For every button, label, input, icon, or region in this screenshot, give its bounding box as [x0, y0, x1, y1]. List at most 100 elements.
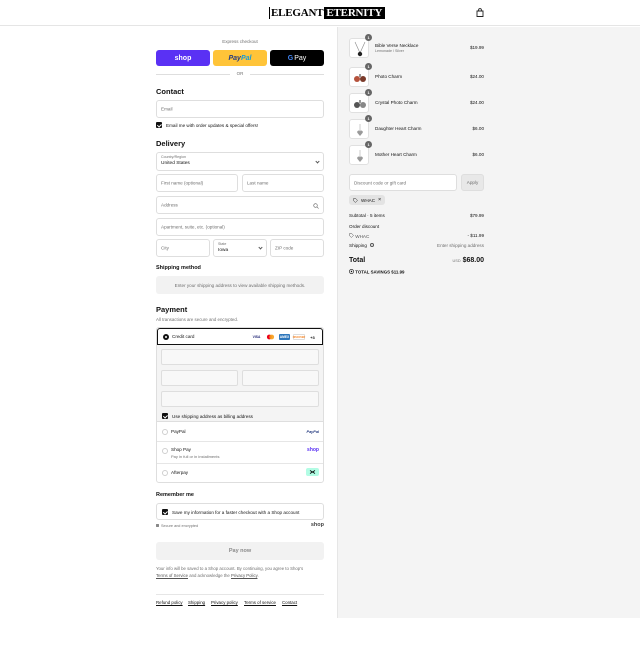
shop-pay-button[interactable]: shop — [156, 50, 210, 66]
logo-part-2: ETERNITY — [324, 7, 385, 19]
address-field[interactable]: Address — [156, 196, 324, 214]
item-price: $24.00 — [469, 74, 484, 79]
card-number-field[interactable] — [161, 349, 319, 365]
shop-logo: shop — [310, 522, 324, 528]
discover-icon: DISCOVER — [292, 334, 306, 340]
item-price: $6.00 — [472, 126, 485, 131]
newsletter-checkbox[interactable] — [156, 122, 162, 128]
country-label: Country/Region — [161, 155, 186, 159]
apply-discount-button[interactable]: Apply — [461, 174, 484, 191]
discount-value: - $11.99 — [467, 233, 484, 238]
email-placeholder: Email — [161, 106, 173, 112]
logo-part-1: ELEGANT — [270, 7, 325, 19]
afterpay-icon — [306, 468, 319, 476]
item-price: $24.00 — [469, 100, 484, 105]
amex-icon: AMEX — [279, 334, 290, 340]
item-name: Bible Verse Necklace — [375, 43, 419, 48]
cart-item: 1 Photo Charm $24.00 — [349, 63, 485, 87]
contact-link[interactable]: Contact — [282, 600, 297, 605]
quantity-badge: 1 — [365, 89, 372, 96]
refund-policy-link[interactable]: Refund policy — [156, 600, 183, 605]
order-discount-label: Order discount — [349, 224, 380, 229]
product-thumbnail — [349, 38, 369, 58]
save-info-label: Save my information for a faster checkou… — [172, 510, 300, 515]
payment-heading: Payment — [156, 305, 188, 314]
apartment-placeholder: Apartment, suite, etc. (optional) — [161, 224, 225, 230]
city-field[interactable]: City — [156, 239, 210, 257]
savings-tag-icon — [349, 269, 354, 274]
paypal-button[interactable]: Pay Pal — [213, 50, 267, 66]
apartment-field[interactable]: Apartment, suite, etc. (optional) — [156, 218, 324, 236]
contact-heading: Contact — [156, 87, 184, 96]
product-thumbnail — [349, 67, 369, 87]
chevron-down-icon — [258, 245, 263, 250]
remove-discount-icon[interactable]: × — [378, 197, 381, 203]
terms-link[interactable]: Terms of Service — [156, 573, 188, 578]
product-thumbnail — [349, 145, 369, 165]
tag-icon — [353, 197, 358, 203]
express-checkout-label: Express checkout — [222, 39, 258, 44]
shipping-link[interactable]: Shipping — [188, 600, 205, 605]
or-label: OR — [236, 71, 244, 76]
privacy-link[interactable]: Privacy Policy — [231, 573, 257, 578]
city-placeholder: City — [161, 245, 169, 251]
cart-item: 1 Crystal Photo Charm $24.00 — [349, 89, 485, 113]
subtotal-value: $79.99 — [469, 213, 484, 218]
country-select[interactable]: Country/Region United States — [156, 152, 324, 171]
credit-card-radio[interactable] — [163, 334, 169, 340]
cart-item: 1 Bible Verse Necklace Lemonade / Silver… — [349, 34, 485, 58]
quantity-badge: 1 — [365, 141, 372, 148]
store-logo[interactable]: ELEGANT ETERNITY — [269, 7, 386, 19]
last-name-field[interactable]: Last name — [242, 174, 324, 192]
email-field[interactable]: Email — [156, 100, 324, 118]
item-name: Mother Heart Charm — [375, 152, 417, 157]
expiration-field[interactable] — [161, 370, 238, 386]
name-on-card-field[interactable] — [161, 391, 319, 407]
zip-placeholder: ZIP code — [275, 245, 294, 251]
discount-code-label: WHAC — [349, 233, 369, 239]
billing-same-checkbox[interactable] — [162, 413, 168, 419]
paypal-radio[interactable] — [162, 429, 168, 435]
cart-item: 1 Mother Heart Charm $6.00 — [349, 141, 485, 165]
google-pay-button[interactable]: G Pay — [270, 50, 324, 66]
privacy-policy-link[interactable]: Privacy policy — [211, 600, 238, 605]
terms-of-service-link[interactable]: Terms of service — [244, 600, 276, 605]
shop-pay-option[interactable]: Shop Pay Pay in full or in installments … — [157, 442, 323, 464]
secure-text: Secure and encrypted — [161, 524, 199, 528]
state-label: State — [218, 242, 227, 246]
tag-icon — [349, 233, 354, 238]
shipping-label: Shipping — [349, 243, 367, 248]
quantity-badge: 1 — [365, 115, 372, 122]
security-code-field[interactable] — [242, 370, 319, 386]
total-row: Total USD $68.00 — [349, 257, 484, 264]
chevron-down-icon — [315, 158, 320, 164]
shipping-method-heading: Shipping method — [156, 265, 201, 271]
first-name-field[interactable]: First name (optional) — [156, 174, 238, 192]
pay-now-button[interactable]: Pay now — [156, 542, 324, 560]
shop-pay-radio[interactable] — [162, 448, 168, 454]
discount-code-field[interactable]: Discount code or gift card — [349, 174, 457, 191]
afterpay-radio[interactable] — [162, 470, 168, 476]
visa-icon: VISA — [252, 335, 261, 339]
item-price: $6.00 — [472, 152, 485, 157]
total-amount: USD $68.00 — [453, 257, 484, 264]
state-value: Iowa — [218, 248, 229, 253]
save-info-box: Save my information for a faster checkou… — [156, 503, 324, 520]
credit-card-option[interactable]: Credit card VISA AMEX DISCOVER +3 — [157, 328, 323, 345]
shipping-row: Shipping Enter shipping address — [349, 243, 484, 248]
save-info-checkbox[interactable] — [162, 509, 168, 515]
paypal-option-label: PayPal — [171, 429, 186, 434]
shopping-bag-icon[interactable] — [476, 8, 484, 17]
savings-value: $11.99 — [391, 269, 405, 275]
secure-encrypted-label: Secure and encrypted — [156, 524, 198, 528]
billing-same-label: Use shipping address as billing address — [172, 414, 253, 419]
afterpay-option[interactable]: Afterpay — [157, 464, 323, 482]
more-brands-label: +3 — [310, 334, 315, 340]
paypal-logo: PayPal — [306, 430, 319, 434]
total-value: $68.00 — [462, 257, 484, 264]
zip-field[interactable]: ZIP code — [270, 239, 324, 257]
state-select[interactable]: State Iowa — [213, 239, 267, 257]
paypal-option[interactable]: PayPal PayPal — [157, 422, 323, 442]
or-divider: OR — [156, 71, 324, 77]
help-icon[interactable] — [370, 243, 375, 247]
